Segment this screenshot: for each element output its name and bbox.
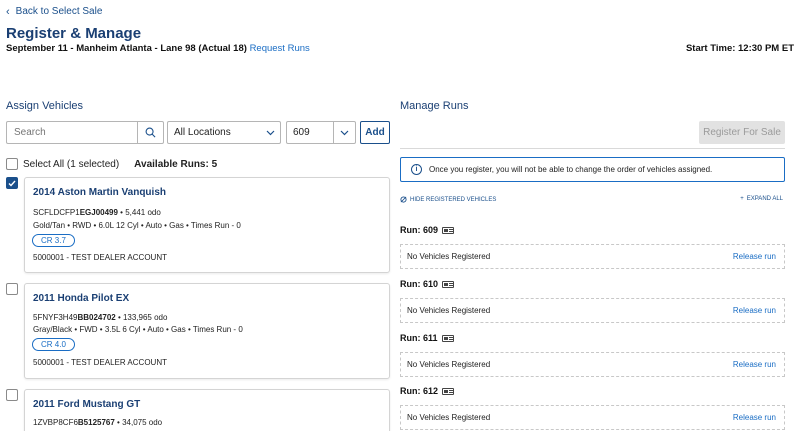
run-row: No Vehicles Registered Release run xyxy=(400,352,785,377)
run-row: No Vehicles Registered Release run xyxy=(400,405,785,430)
plus-icon: + xyxy=(740,196,744,202)
chevron-left-icon: ‹ xyxy=(6,5,10,18)
start-time: Start Time: 12:30 PM ET xyxy=(685,43,794,54)
vehicle-checkbox[interactable] xyxy=(6,389,18,401)
info-banner-text: Once you register, you will not be able … xyxy=(429,165,713,174)
release-run-link[interactable]: Release run xyxy=(733,306,776,315)
run-label: Run: 609 xyxy=(400,225,455,235)
run-status: No Vehicles Registered xyxy=(407,252,491,261)
sale-subtitle: September 11 - Manheim Atlanta - Lane 98… xyxy=(6,43,310,54)
release-run-link[interactable]: Release run xyxy=(733,360,776,369)
condition-report-badge[interactable]: CR 3.7 xyxy=(32,234,75,247)
vehicle-vin: 1ZVBP8CF6B5125767 • 34,075 odo xyxy=(33,418,163,427)
vehicle-title[interactable]: 2011 Ford Mustang GT xyxy=(33,399,140,410)
vehicle-vin: SCFLDCFP1EGJ00499 • 5,441 odo xyxy=(33,208,161,217)
select-all-row: Select All (1 selected) Available Runs: … xyxy=(6,158,217,170)
register-for-sale-button[interactable]: Register For Sale xyxy=(699,121,785,144)
run-row: No Vehicles Registered Release run xyxy=(400,244,785,269)
sale-info: September 11 - Manheim Atlanta - Lane 98… xyxy=(6,43,247,54)
id-card-icon xyxy=(441,334,454,342)
vehicle-checkbox[interactable] xyxy=(6,283,18,295)
run-status: No Vehicles Registered xyxy=(407,413,491,422)
chevron-down-icon xyxy=(333,122,355,143)
vehicle-title[interactable]: 2011 Honda Pilot EX xyxy=(33,293,129,304)
vehicle-card[interactable]: 2014 Aston Martin Vanquish SCFLDCFP1EGJ0… xyxy=(24,177,390,273)
vehicle-vin: 5FNYF3H49BB024702 • 133,965 odo xyxy=(33,313,168,322)
id-card-icon xyxy=(442,280,455,288)
page-title: Register & Manage xyxy=(6,25,142,42)
select-all-label: Select All (1 selected) xyxy=(23,158,120,170)
hide-registered-toggle[interactable]: HIDE REGISTERED VEHICLES xyxy=(400,196,496,203)
dealer-account: 5000001 - TEST DEALER ACCOUNT xyxy=(33,253,167,262)
run-label: Run: 611 xyxy=(400,333,454,343)
search-input[interactable] xyxy=(7,122,137,143)
location-select-value: All Locations xyxy=(174,127,231,138)
run-row: No Vehicles Registered Release run xyxy=(400,298,785,323)
run-label: Run: 610 xyxy=(400,279,455,289)
divider xyxy=(400,148,785,149)
run-status: No Vehicles Registered xyxy=(407,306,491,315)
info-icon: i xyxy=(411,164,422,175)
run-label: Run: 612 xyxy=(400,386,455,396)
add-button[interactable]: Add xyxy=(360,121,390,144)
manage-runs-heading: Manage Runs xyxy=(400,100,469,112)
vehicle-checkbox[interactable] xyxy=(6,177,18,189)
vehicle-card[interactable]: 2011 Ford Mustang GT 1ZVBP8CF6B5125767 •… xyxy=(24,389,390,431)
id-card-icon xyxy=(442,226,455,234)
vehicle-specs: Gold/Tan • RWD • 6.0L 12 Cyl • Auto • Ga… xyxy=(33,221,241,230)
hide-registered-label: HIDE REGISTERED VEHICLES xyxy=(410,196,497,203)
assign-vehicles-heading: Assign Vehicles xyxy=(6,100,84,112)
condition-report-badge[interactable]: CR 4.0 xyxy=(32,338,75,351)
check-icon xyxy=(8,180,16,187)
dealer-account: 5000001 - TEST DEALER ACCOUNT xyxy=(33,358,167,367)
select-all-checkbox[interactable] xyxy=(6,158,18,170)
location-select[interactable]: All Locations xyxy=(167,121,281,144)
eye-off-icon xyxy=(400,196,407,203)
search-button[interactable] xyxy=(137,122,163,143)
run-status: No Vehicles Registered xyxy=(407,360,491,369)
vehicle-card[interactable]: 2011 Honda Pilot EX 5FNYF3H49BB024702 • … xyxy=(24,283,390,379)
back-link-label: Back to Select Sale xyxy=(15,6,103,17)
expand-all-toggle[interactable]: + EXPAND ALL xyxy=(740,196,783,202)
release-run-link[interactable]: Release run xyxy=(733,413,776,422)
id-card-icon xyxy=(442,387,455,395)
vehicle-specs: Gray/Black • FWD • 3.5L 6 Cyl • Auto • G… xyxy=(33,325,243,334)
chevron-down-icon xyxy=(260,122,280,143)
release-run-link[interactable]: Release run xyxy=(733,252,776,261)
info-banner: i Once you register, you will not be abl… xyxy=(400,157,785,182)
available-runs: Available Runs: 5 xyxy=(134,158,218,170)
search-box xyxy=(6,121,164,144)
request-runs-link[interactable]: Request Runs xyxy=(250,43,310,54)
run-select-value: 609 xyxy=(293,127,310,138)
back-link[interactable]: ‹ Back to Select Sale xyxy=(6,6,102,17)
run-select[interactable]: 609 xyxy=(286,121,356,144)
expand-all-label: EXPAND ALL xyxy=(746,196,783,202)
search-icon xyxy=(145,127,156,138)
vehicle-title[interactable]: 2014 Aston Martin Vanquish xyxy=(33,187,166,198)
